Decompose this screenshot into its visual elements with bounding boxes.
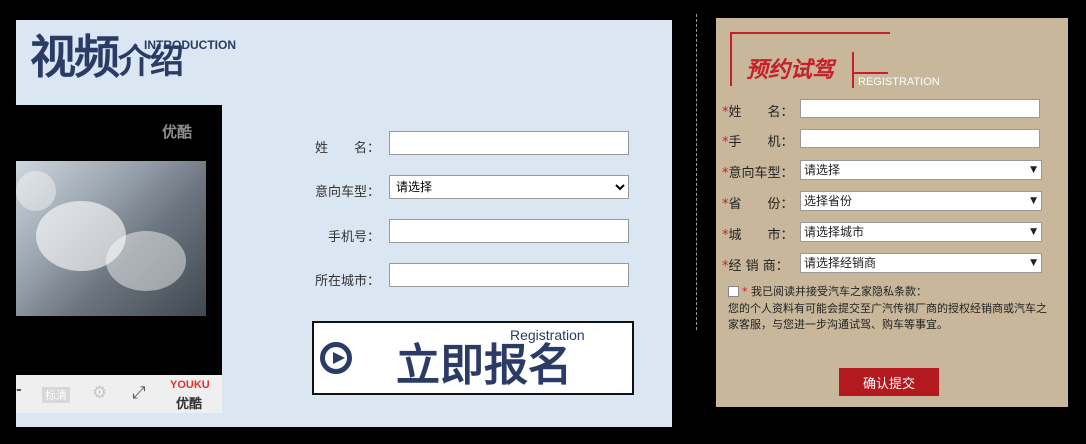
arrow-right-icon: [320, 342, 352, 374]
panel-divider: [696, 14, 697, 330]
td-province-select[interactable]: 选择省份 ▼: [800, 191, 1042, 211]
phone-label: 手机号：: [327, 230, 380, 245]
td-dealer-select[interactable]: 请选择经销商 ▼: [800, 253, 1042, 273]
video-watermark: 优酷: [161, 123, 192, 141]
td-dealer-label: *经 销 商：: [722, 259, 789, 274]
privacy-notice: 您的个人资料有可能会提交至广汽传祺厂商的授权经销商或汽车之 家客服，与您进一步沟…: [728, 302, 1047, 331]
volume-icon[interactable]: -: [16, 382, 22, 398]
td-name-input[interactable]: [800, 99, 1040, 118]
youku-logo[interactable]: YOUKU: [170, 379, 210, 391]
video-player[interactable]: 优酷 - 标清 ⚙ ⤢ YOUKU 优酷: [16, 105, 222, 413]
td-model-select[interactable]: 请选择 ▼: [800, 160, 1042, 180]
video-controls: - 标清 ⚙ ⤢ YOUKU 优酷: [16, 375, 222, 413]
youku-logo-text: 优酷: [176, 397, 203, 412]
register-now-button[interactable]: 立即报名 Registration: [312, 321, 634, 395]
city-label: 所在城市：: [314, 274, 380, 289]
settings-gear-icon[interactable]: ⚙: [92, 383, 107, 403]
register-now-label-en: Registration: [510, 327, 585, 343]
td-phone-input[interactable]: [800, 129, 1040, 148]
test-drive-title: 预约试驾: [746, 57, 835, 83]
video-intro-panel: 视频介绍 INTRODUCTION 优酷 - 标清 ⚙ ⤢ YOUKU 优酷 姓…: [16, 20, 672, 427]
title-frame-line: [852, 52, 854, 88]
phone-input[interactable]: [389, 219, 629, 243]
model-label: 意向车型：: [314, 185, 380, 200]
chevron-down-icon: ▼: [1030, 227, 1037, 237]
test-drive-panel: 预约试驾 REGISTRATION *姓 名： *手 机： *意向车型： 请选择…: [716, 18, 1068, 407]
chevron-down-icon: ▼: [1030, 165, 1037, 175]
fullscreen-icon[interactable]: ⤢: [132, 383, 146, 403]
quality-button[interactable]: 标清: [42, 387, 70, 403]
td-phone-label: *手 机：: [722, 135, 794, 150]
td-city-select[interactable]: 请选择城市 ▼: [800, 222, 1042, 242]
td-city-label: *城 市：: [722, 228, 794, 243]
title-frame-underline: [852, 72, 888, 74]
video-intro-subtitle: INTRODUCTION: [144, 38, 236, 52]
city-input[interactable]: [389, 263, 629, 287]
chevron-down-icon: ▼: [1030, 258, 1037, 268]
model-select[interactable]: 请选择: [389, 175, 629, 199]
td-province-label: *省 份：: [722, 197, 794, 212]
td-name-label: *姓 名：: [722, 105, 794, 120]
td-model-label: *意向车型：: [722, 166, 794, 181]
chevron-down-icon: ▼: [1030, 196, 1037, 206]
video-frame[interactable]: [16, 161, 206, 316]
privacy-checkbox[interactable]: [728, 286, 739, 297]
privacy-agree-text: * 我已阅读并接受汽车之家隐私条款：: [742, 285, 927, 298]
confirm-submit-button[interactable]: 确认提交: [839, 368, 939, 396]
name-input[interactable]: [389, 131, 629, 155]
name-label: 姓 名：: [314, 141, 380, 156]
test-drive-subtitle: REGISTRATION: [858, 76, 940, 88]
